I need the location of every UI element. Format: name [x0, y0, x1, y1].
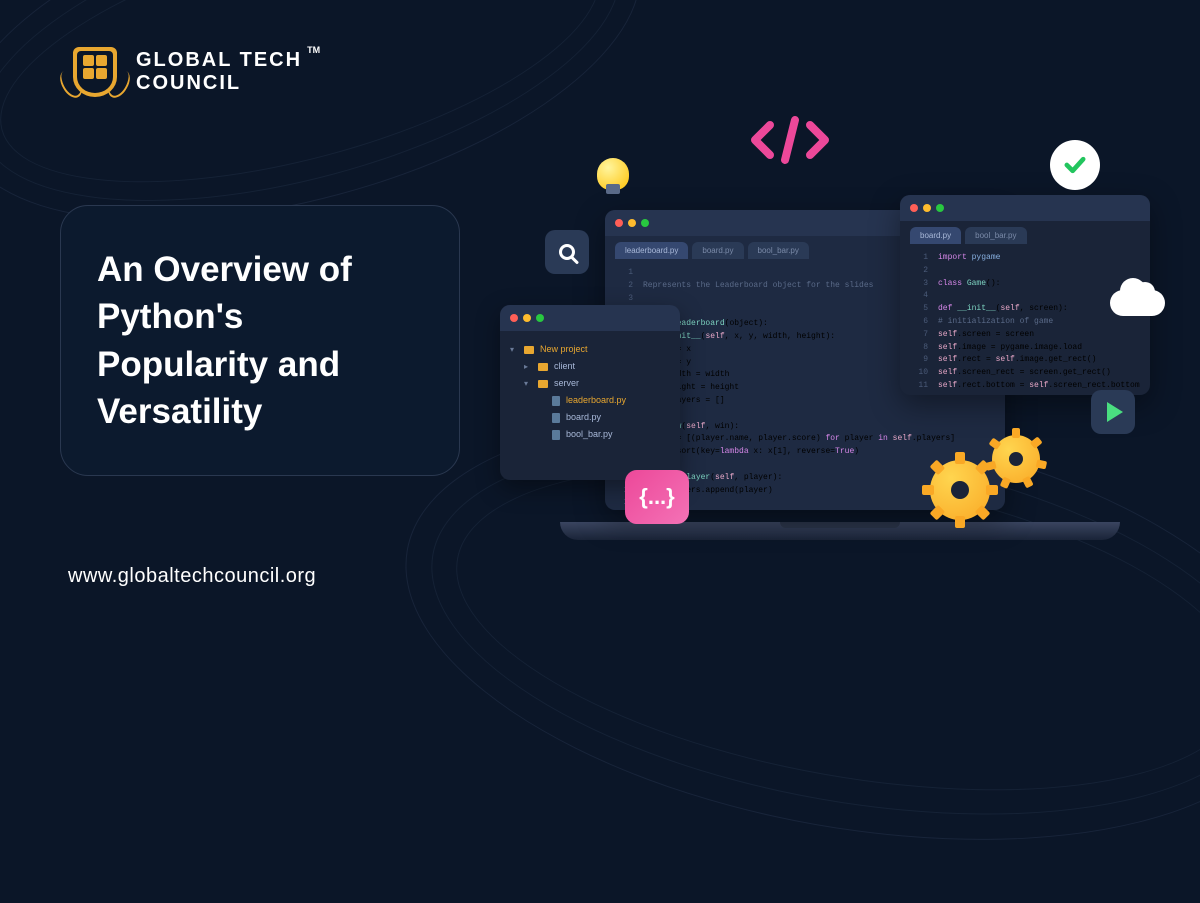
line-number: 3 — [908, 278, 928, 291]
file-name: server — [554, 375, 579, 392]
line-number: 5 — [908, 303, 928, 316]
code-content: self.screen_rect = screen.get_rect() — [938, 367, 1111, 380]
code-line: 6 # initialization of game — [900, 316, 1150, 329]
window-controls — [900, 195, 1150, 221]
code-content: # initialization of game — [938, 316, 1053, 329]
file-name: New project — [540, 341, 588, 358]
page-title: An Overview of Python's Popularity and V… — [97, 246, 423, 435]
curly-braces-icon: {...} — [625, 470, 689, 524]
close-dot-icon — [510, 314, 518, 322]
play-icon — [1091, 390, 1135, 434]
code-content: Represents the Leaderboard object for th… — [643, 280, 873, 293]
checkmark-badge-icon — [1050, 140, 1100, 190]
logo-line2: COUNCIL — [136, 72, 302, 95]
maximize-dot-icon — [641, 219, 649, 227]
line-number: 1 — [908, 252, 928, 265]
tab-right-1: bool_bar.py — [965, 227, 1026, 244]
file-tree-item: ▾ New project — [510, 341, 670, 358]
search-icon — [545, 230, 589, 274]
logo-text: GLOBAL TECH COUNCIL TM — [136, 49, 302, 95]
chevron-icon: ▸ — [524, 359, 532, 374]
code-line: 7 self.screen = screen — [900, 329, 1150, 342]
minimize-dot-icon — [628, 219, 636, 227]
line-number: 8 — [908, 342, 928, 355]
folder-icon — [538, 380, 548, 388]
close-dot-icon — [910, 204, 918, 212]
code-content: self.screen = screen — [938, 329, 1034, 342]
illustration: leaderboard.py board.py bool_bar.py 12Re… — [500, 100, 1160, 550]
line-number: 9 — [908, 354, 928, 367]
tab-main-0: leaderboard.py — [615, 242, 688, 259]
brand-logo: GLOBAL TECH COUNCIL TM — [68, 45, 302, 99]
lightbulb-icon — [595, 150, 631, 198]
folder-icon — [538, 363, 548, 371]
curly-label: {...} — [639, 484, 674, 510]
code-content: def __init__(self, screen): — [938, 303, 1068, 316]
logo-badge-icon — [68, 45, 122, 99]
code-content: import pygame — [938, 252, 1000, 265]
file-name: board.py — [566, 409, 601, 426]
logo-line1: GLOBAL TECH — [136, 49, 302, 72]
code-line: 9 self.rect = self.image.get_rect() — [900, 354, 1150, 367]
maximize-dot-icon — [536, 314, 544, 322]
file-icon — [552, 430, 560, 440]
file-name: bool_bar.py — [566, 426, 613, 443]
code-line: 2 — [900, 265, 1150, 278]
code-line: 1 import pygame — [900, 252, 1150, 265]
cloud-icon — [1110, 280, 1165, 316]
line-number: 2 — [613, 280, 633, 293]
tab-main-2: bool_bar.py — [748, 242, 809, 259]
line-number: 10 — [908, 367, 928, 380]
file-browser-window: ▾ New project ▸ client ▾ serverleaderboard.py… — [500, 305, 680, 480]
minimize-dot-icon — [923, 204, 931, 212]
minimize-dot-icon — [523, 314, 531, 322]
chevron-icon: ▾ — [510, 342, 518, 357]
file-icon — [552, 413, 560, 423]
code-tag-icon — [745, 110, 835, 170]
website-url: www.globaltechcouncil.org — [68, 565, 316, 588]
gears-icon — [930, 430, 1050, 530]
code-content: class Game(): — [938, 278, 1000, 291]
code-content: self.rect = self.image.get_rect() — [938, 354, 1096, 367]
file-tree: ▾ New project ▸ client ▾ serverleaderboard.py… — [500, 331, 680, 454]
tab-main-1: board.py — [692, 242, 743, 259]
close-dot-icon — [615, 219, 623, 227]
line-number: 3 — [613, 293, 633, 306]
chevron-icon: ▾ — [524, 376, 532, 391]
line-number: 4 — [908, 290, 928, 303]
file-tree-item: bool_bar.py — [510, 426, 670, 443]
folder-icon — [524, 346, 534, 354]
file-name: leaderboard.py — [566, 392, 626, 409]
code-body-right: 1 import pygame 23 class Game(): 45 def __in… — [900, 244, 1150, 395]
file-tree-item: ▾ server — [510, 375, 670, 392]
title-card: An Overview of Python's Popularity and V… — [60, 205, 460, 476]
code-content: scores = [(player.name, player.score) fo… — [643, 433, 955, 446]
file-icon — [552, 396, 560, 406]
code-content: self.image = pygame.image.load — [938, 342, 1082, 355]
line-number: 11 — [908, 380, 928, 393]
code-line: 10 self.screen_rect = screen.get_rect() — [900, 367, 1150, 380]
logo-tm: TM — [307, 45, 320, 55]
line-number: 1 — [613, 267, 633, 280]
file-tree-item: ▸ client — [510, 358, 670, 375]
maximize-dot-icon — [936, 204, 944, 212]
file-tree-item: leaderboard.py — [510, 392, 670, 409]
file-name: client — [554, 358, 575, 375]
window-controls — [500, 305, 680, 331]
tab-right-0: board.py — [910, 227, 961, 244]
line-number: 7 — [908, 329, 928, 342]
editor-tabs: board.py bool_bar.py — [900, 221, 1150, 244]
line-number: 2 — [908, 265, 928, 278]
file-tree-item: board.py — [510, 409, 670, 426]
code-line: 8 self.image = pygame.image.load — [900, 342, 1150, 355]
line-number: 6 — [908, 316, 928, 329]
